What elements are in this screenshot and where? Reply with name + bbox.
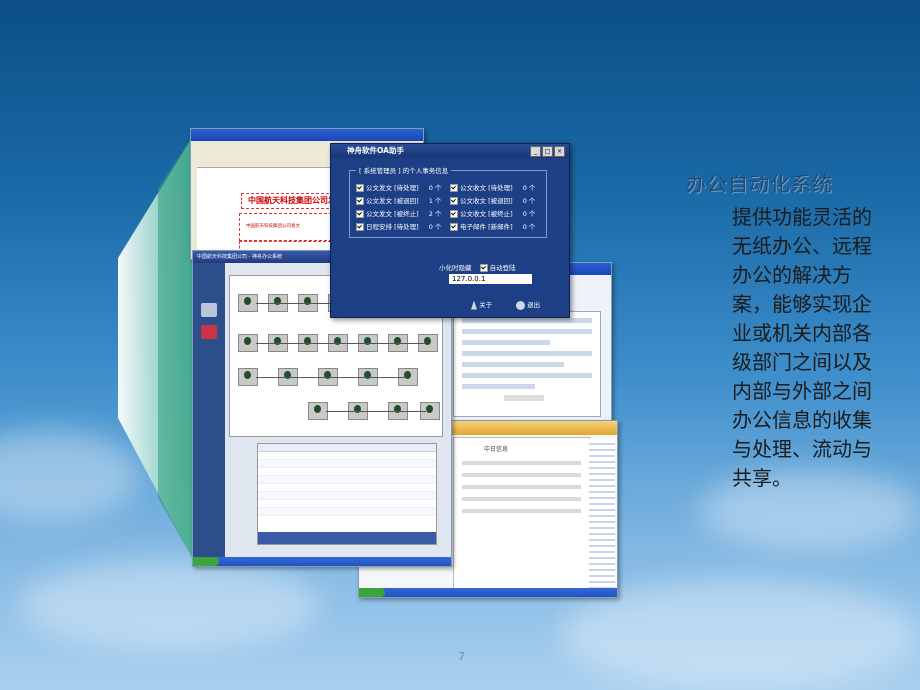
- task-list: [257, 443, 437, 545]
- checkbox-icon: [450, 184, 458, 192]
- slide-body: 提供功能灵活的无纸办公、远程办公的解决方案，能够实现企业或机关内部各级部门之间以…: [732, 205, 872, 490]
- affair-item[interactable]: 公文发文 [被终止] 2 个: [356, 208, 441, 218]
- light-beam-decoration: [118, 128, 198, 568]
- ruler: [191, 167, 197, 259]
- group-label: [ 系统管理员 ] 的个人事务信息: [356, 165, 452, 175]
- exit-button[interactable]: 退出: [516, 299, 540, 310]
- affair-item[interactable]: 公文发文 [被退回] 1 个: [356, 195, 441, 205]
- portal-label: 中日信息: [484, 446, 509, 453]
- portal-sidebar: [589, 439, 615, 589]
- workflow-sidebar: [193, 263, 225, 557]
- taskbar: [359, 588, 617, 597]
- affair-item[interactable]: 日程安排 [待处理] 0 个: [356, 221, 441, 231]
- autologin-checkbox[interactable]: [479, 264, 488, 272]
- page-number: 7: [458, 650, 465, 663]
- taskbar: [193, 557, 451, 566]
- affair-item[interactable]: 公文发文 [待处理] 0 个: [356, 182, 441, 192]
- personal-affairs-group: [ 系统管理员 ] 的个人事务信息 公文发文 [待处理] 0 个 公文收文 [待…: [349, 165, 547, 238]
- slide-text: 办公自动化系统 提供功能灵活的无纸办公、远程办公的解决方案，能够实现企业或机关内…: [686, 168, 886, 513]
- window-titlebar: [191, 129, 423, 141]
- checkbox-icon: [356, 223, 364, 231]
- autologin-option[interactable]: 自动登陆: [490, 264, 516, 272]
- minimize-icon[interactable]: _: [530, 146, 541, 157]
- about-button[interactable]: 关于: [471, 299, 492, 310]
- affair-item[interactable]: 公文收文 [被终止] 0 个: [450, 208, 535, 218]
- oa-assistant-window: 神舟软件OA助手 _ □ × [ 系统管理员 ] 的个人事务信息 公文发文 [待…: [330, 143, 570, 318]
- affair-item[interactable]: 公文收文 [待处理] 0 个: [450, 182, 535, 192]
- form-panel: [453, 311, 601, 417]
- portal-content: 中日信息: [453, 437, 590, 589]
- affair-item[interactable]: 公文收文 [被退回] 0 个: [450, 195, 535, 205]
- rocket-icon: [471, 300, 477, 310]
- checkbox-icon: [450, 223, 458, 231]
- server-ip-field[interactable]: 127.0.0.1: [449, 274, 532, 284]
- checkbox-icon: [356, 184, 364, 192]
- cloud: [20, 560, 320, 650]
- slide-heading: 办公自动化系统: [686, 172, 833, 196]
- maximize-icon[interactable]: □: [542, 146, 553, 157]
- checkbox-icon: [450, 197, 458, 205]
- hide-on-minimize-option[interactable]: 小化时隐藏: [439, 264, 472, 272]
- document-subtitle: 中国航天科技集团公司发文: [239, 213, 337, 241]
- exit-icon: [516, 300, 525, 310]
- checkbox-icon: [356, 210, 364, 218]
- close-icon[interactable]: ×: [554, 146, 565, 157]
- checkbox-icon: [356, 197, 364, 205]
- checkbox-icon: [450, 210, 458, 218]
- assistant-options: 小化时隐藏 自动登陆: [439, 262, 516, 272]
- affair-item[interactable]: 电子邮件 [新邮件] 0 个: [450, 221, 535, 231]
- window-controls: _ □ ×: [530, 146, 565, 157]
